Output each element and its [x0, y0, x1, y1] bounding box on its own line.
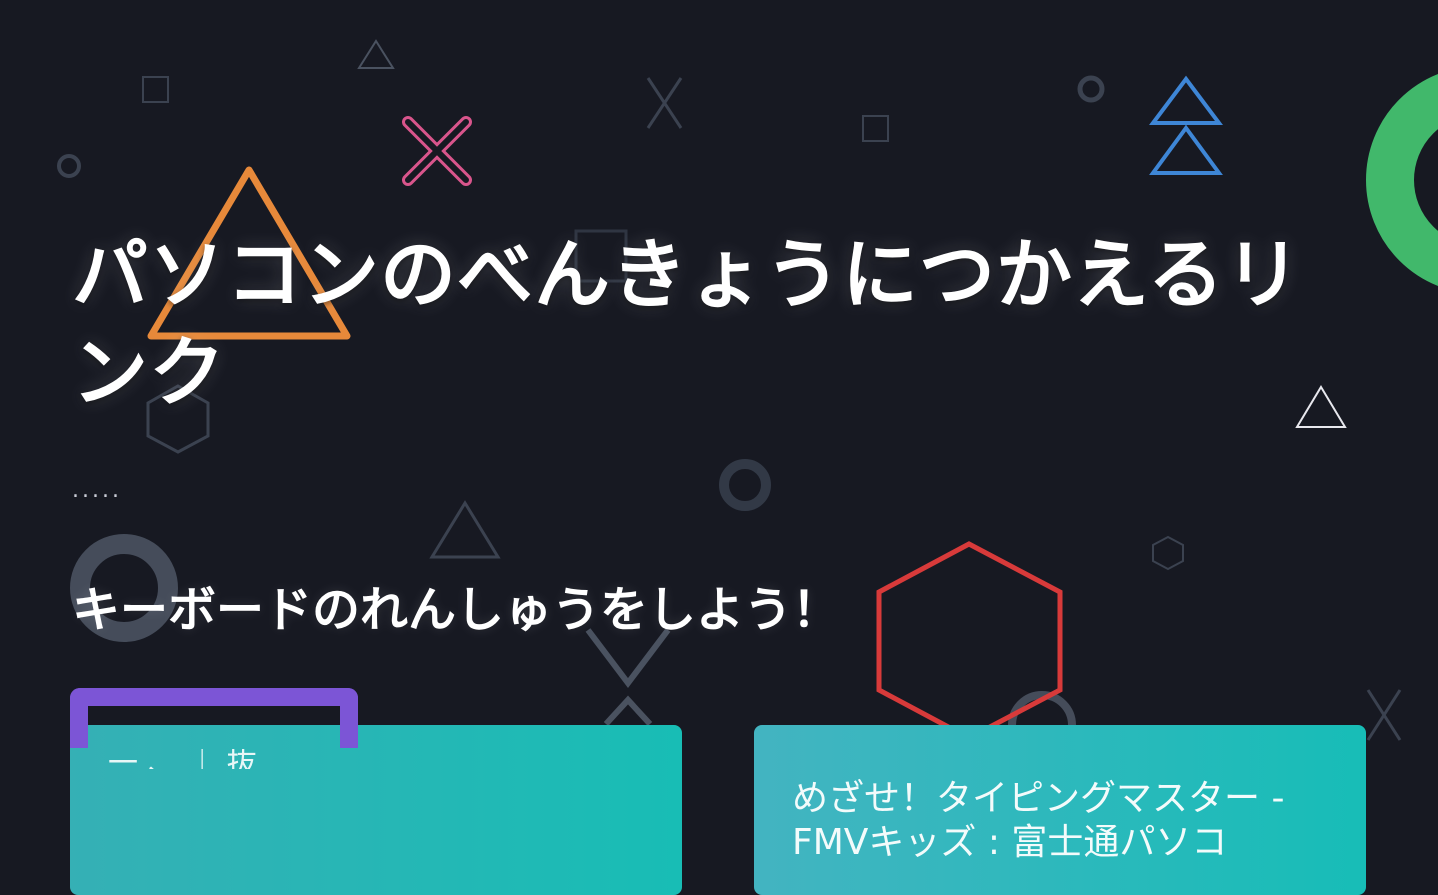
square-icon [142, 76, 169, 103]
x-cross-icon [646, 77, 683, 129]
triangle-icon [357, 39, 395, 69]
link-card-1[interactable]: 一 、 ｜ 抜 [70, 725, 682, 895]
ring-icon [57, 154, 81, 178]
chevron-icon [603, 695, 653, 727]
hexagon-icon [1152, 535, 1184, 571]
title-divider: ..... [72, 478, 122, 503]
ring-icon [1077, 75, 1105, 103]
hexagon-icon [876, 541, 1063, 741]
ring-icon [1366, 74, 1438, 286]
double-triangle-icon [1149, 75, 1223, 175]
link-card-title: めざせ！タイピングマスター - FMVキッズ : 富士通パソコ [792, 778, 1285, 863]
x-cross-icon [1366, 689, 1402, 741]
triangle-icon [429, 500, 501, 559]
section-heading: キーボードのれんしゅうをしよう！ [72, 582, 841, 638]
link-card-title: 一 、 ｜ 抜 [108, 749, 257, 769]
square-icon [862, 115, 889, 142]
decorative-purple-frame [70, 688, 358, 748]
ring-icon [719, 459, 771, 511]
link-card-typing-master[interactable]: めざせ！タイピングマスター - FMVキッズ : 富士通パソコ [754, 725, 1366, 895]
page-title: パソコンのべんきょうにつかえるリンク [72, 230, 1302, 417]
